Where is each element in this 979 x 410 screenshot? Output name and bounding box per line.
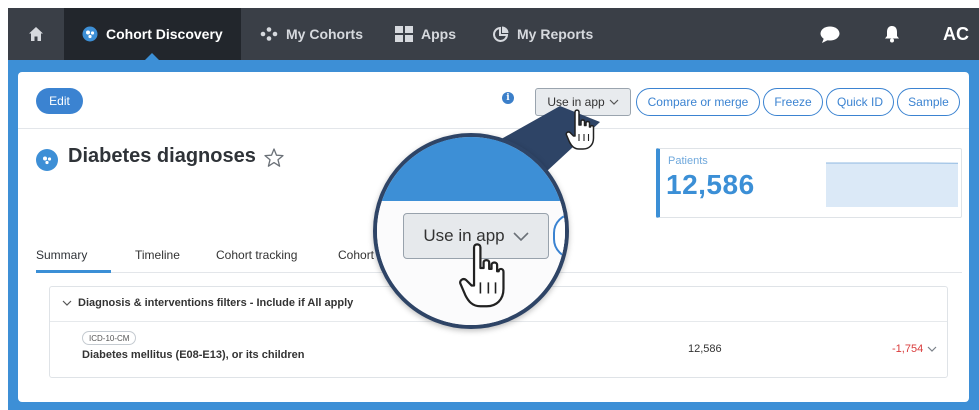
nav-apps[interactable]: Apps: [395, 8, 456, 60]
star-outline-icon[interactable]: [263, 147, 285, 169]
nav-my-cohorts[interactable]: My Cohorts: [260, 8, 363, 60]
code-system-badge: ICD-10-CM: [82, 331, 137, 345]
chat-icon: [820, 26, 840, 43]
chevron-down-icon: [62, 300, 72, 306]
chevron-down-icon: [927, 346, 937, 352]
filter-group-heading: Diagnosis & interventions filters - Incl…: [78, 297, 354, 309]
nodes-icon: [260, 27, 278, 41]
use-in-app-label: Use in app: [547, 95, 605, 109]
zoom-magnifier: Use in app: [373, 133, 569, 329]
filter-group-header[interactable]: Diagnosis & interventions filters - Incl…: [62, 297, 353, 309]
cohort-icon: [82, 26, 98, 42]
sparkline-area: [826, 163, 958, 207]
cohort-logo-icon: [36, 149, 58, 171]
user-initials: AC: [943, 23, 969, 44]
chevron-down-icon: [513, 231, 529, 241]
sample-button[interactable]: Sample: [897, 88, 960, 116]
pointer-hand-icon: [459, 243, 505, 308]
filter-patient-count: 12,586: [688, 343, 722, 355]
nav-cohort-discovery[interactable]: Cohort Discovery: [64, 8, 241, 61]
nav-label: Apps: [421, 26, 456, 42]
freeze-button[interactable]: Freeze: [763, 88, 823, 116]
stat-value: 12,586: [666, 169, 755, 200]
chat-button[interactable]: [820, 8, 840, 60]
filter-delta[interactable]: -1,754: [892, 343, 937, 355]
stat-label: Patients: [668, 155, 708, 167]
user-menu[interactable]: AC: [943, 8, 969, 60]
divider: [18, 128, 969, 129]
patients-sparkline: [826, 162, 958, 207]
edit-button[interactable]: Edit: [36, 88, 83, 114]
grid-icon: [395, 26, 413, 42]
page-title: Diabetes diagnoses: [68, 145, 256, 167]
tab-cohort-tracking[interactable]: Cohort tracking: [216, 248, 297, 262]
notifications-button[interactable]: [884, 8, 900, 60]
pointer-hand-icon: [565, 109, 595, 150]
nav-label: Cohort Discovery: [106, 26, 223, 42]
home-button[interactable]: [8, 8, 64, 60]
tab-timeline[interactable]: Timeline: [135, 248, 180, 262]
top-navbar: Cohort Discovery My Cohorts Apps My Repo…: [8, 8, 979, 61]
compare-or-merge-button[interactable]: Compare or merge: [636, 88, 760, 116]
nav-label: My Reports: [517, 26, 594, 42]
home-icon: [29, 27, 43, 41]
patients-stat-card: Patients 12,586: [656, 148, 962, 218]
tab-cohort[interactable]: Cohort: [338, 248, 374, 262]
nav-my-reports[interactable]: My Reports: [493, 8, 593, 60]
lens-accent-strip: [377, 137, 565, 201]
active-tab-indicator: [36, 270, 111, 273]
filter-criterion-label: Diabetes mellitus (E08-E13), or its chil…: [82, 349, 305, 361]
delta-value: -1,754: [892, 343, 924, 355]
bell-icon: [885, 26, 899, 43]
nav-label: My Cohorts: [286, 26, 363, 42]
quick-id-button[interactable]: Quick ID: [826, 88, 894, 116]
pie-chart-icon: [493, 26, 509, 42]
tab-summary[interactable]: Summary: [36, 248, 87, 262]
chevron-down-icon: [609, 99, 619, 105]
info-icon[interactable]: i: [502, 92, 514, 104]
